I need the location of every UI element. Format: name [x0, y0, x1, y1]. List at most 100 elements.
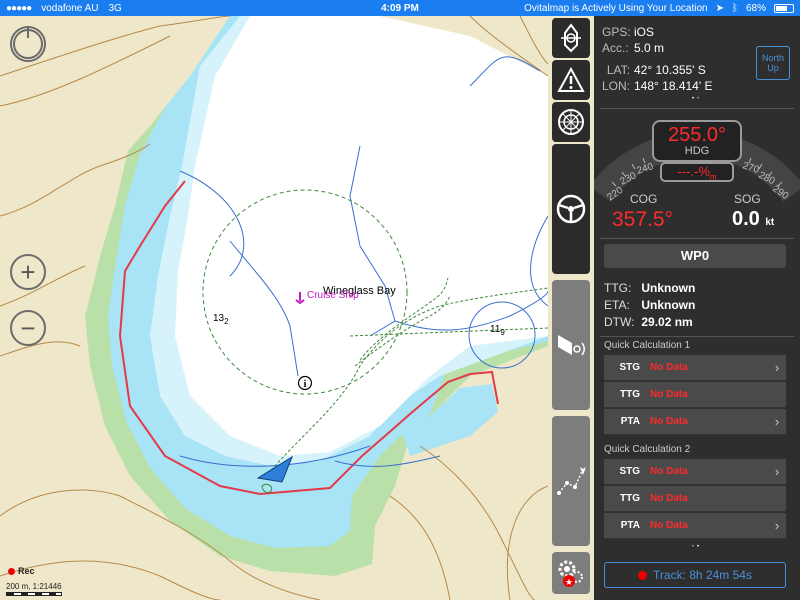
lat-label: LAT:: [606, 63, 630, 77]
gps-info: GPS: iOS Acc.: 5.0 m LAT: 42° 10.355' S LON…: [602, 24, 713, 94]
quick-calc-1-pta-row[interactable]: PTA No Data ›: [604, 409, 786, 435]
page-indicator: ••: [691, 96, 703, 102]
quick-calc-2-pta-row[interactable]: PTA No Data ›: [604, 513, 786, 539]
route-button[interactable]: [552, 416, 590, 546]
quick-calc-2-title: Quick Calculation 2: [604, 444, 691, 455]
battery-percent: 68%: [745, 2, 766, 14]
chevron-right-icon: ›: [774, 518, 780, 533]
qc-value: No Data: [650, 520, 688, 531]
waypoint-info: TTG: Unknown ETA: Unknown DTW: 29.02 nm: [604, 280, 695, 331]
sound-button[interactable]: [552, 280, 590, 410]
signal-icon: ●●●●●: [6, 2, 32, 14]
map-scale: 200 m, 1:21446: [6, 582, 62, 596]
heading-value: 255.0°: [667, 124, 727, 146]
network-type: 3G: [108, 2, 122, 14]
lon-value: 148° 18.414' E: [634, 79, 713, 93]
dtw-value: 29.02 nm: [641, 315, 693, 329]
qc-value: No Data: [650, 493, 688, 504]
waypoint-button[interactable]: WP0: [604, 244, 786, 268]
recording-indicator[interactable]: Rec: [8, 566, 35, 576]
chevron-right-icon: ›: [774, 464, 780, 479]
xte-unit: m: [709, 172, 717, 182]
qc-key: TTG: [620, 389, 640, 400]
track-label: Track: 8h 24m 54s: [653, 568, 752, 582]
sog-unit: kt: [765, 217, 775, 228]
lon-label: LON:: [602, 79, 631, 93]
bluetooth-icon: ᛒ: [731, 2, 738, 14]
anchor-tool-icon: [561, 23, 581, 53]
svg-text:★: ★: [565, 578, 573, 588]
sog-value-group: 0.0 kt: [732, 208, 774, 231]
divider: [600, 336, 794, 337]
divider: [600, 238, 794, 239]
qc-key: STG: [619, 362, 640, 373]
qc-value: No Data: [650, 466, 688, 477]
record-dot-icon: [8, 567, 15, 575]
qc-key: TTG: [620, 493, 640, 504]
compass-icon: [558, 109, 584, 135]
location-arrow-icon: ➤: [715, 2, 724, 14]
steering-wheel-icon: [556, 194, 586, 224]
acc-value: 5.0 m: [634, 41, 665, 55]
tool-column: ★: [548, 16, 594, 600]
info-icon[interactable]: i: [297, 375, 313, 391]
xte-box: ---.-%m: [660, 162, 734, 182]
chevron-right-icon: ›: [774, 414, 780, 429]
acc-label: Acc.:: [602, 41, 629, 55]
anchor-tool-button[interactable]: [552, 18, 590, 58]
svg-text:i: i: [304, 379, 307, 390]
chart-map[interactable]: i + − Wineglass Bay Cruise Ship 132 119 …: [0, 16, 548, 600]
qc-value: No Data: [650, 416, 688, 427]
scale-label: 200 m, 1:21446: [6, 582, 62, 591]
depth-sounding: 132: [213, 313, 229, 326]
steering-button[interactable]: [552, 144, 590, 274]
eta-label: ETA:: [604, 298, 630, 312]
warning-button[interactable]: [552, 60, 590, 100]
battery-icon: [774, 3, 794, 13]
chevron-right-icon: ›: [774, 360, 780, 375]
zoom-out-button[interactable]: −: [10, 310, 46, 346]
lat-value: 42° 10.355' S: [634, 63, 706, 77]
gps-value: iOS: [634, 25, 655, 39]
route-icon: [557, 467, 586, 495]
qc-value: No Data: [650, 389, 688, 400]
gps-label: GPS:: [602, 25, 631, 39]
carrier-name: vodafone AU: [41, 2, 99, 14]
cog-value: 357.5°: [612, 208, 673, 231]
settings-gears-icon: ★: [558, 560, 583, 588]
xte-value: ---.-%: [677, 164, 710, 179]
depth-sounding: 119: [490, 324, 505, 337]
scale-bar: [6, 592, 62, 596]
ttg-label: TTG:: [604, 281, 632, 295]
qc-key: PTA: [620, 520, 640, 531]
track-button[interactable]: Track: 8h 24m 54s: [604, 562, 786, 588]
quick-calc-2-stg-row[interactable]: STG No Data ›: [604, 459, 786, 485]
compass-orient-button[interactable]: [10, 26, 46, 62]
minus-icon: −: [20, 313, 36, 343]
page-indicator: ••: [691, 544, 703, 550]
heading-box: 255.0° HDG: [652, 120, 742, 162]
eta-value: Unknown: [641, 298, 696, 312]
rotate-icon: [13, 28, 43, 59]
warning-icon: [557, 67, 585, 92]
cog-label: COG: [630, 192, 658, 206]
poi-label[interactable]: Cruise Ship: [307, 290, 359, 301]
quick-calc-1-title: Quick Calculation 1: [604, 340, 691, 351]
compass-button[interactable]: [552, 102, 590, 142]
settings-button[interactable]: ★: [552, 552, 590, 594]
zoom-in-button[interactable]: +: [10, 254, 46, 290]
nautical-chart[interactable]: i: [0, 16, 548, 600]
quick-calc-1-ttg-row: TTG No Data: [604, 382, 786, 408]
sog-value: 0.0: [732, 208, 760, 230]
north-up-button[interactable]: North Up: [756, 46, 790, 80]
location-notice[interactable]: Ovitalmap is Actively Using Your Locatio…: [524, 3, 707, 14]
quick-calc-1-stg-row[interactable]: STG No Data ›: [604, 355, 786, 381]
navigation-panel: GPS: iOS Acc.: 5.0 m LAT: 42° 10.355' S LON…: [594, 16, 800, 600]
sog-label: SOG: [734, 192, 761, 206]
record-dot-icon: [638, 570, 648, 580]
rec-label: Rec: [18, 566, 35, 576]
divider: [600, 108, 794, 109]
heading-label: HDG: [684, 145, 710, 157]
qc-value: No Data: [650, 362, 688, 373]
sound-icon: [558, 335, 585, 356]
